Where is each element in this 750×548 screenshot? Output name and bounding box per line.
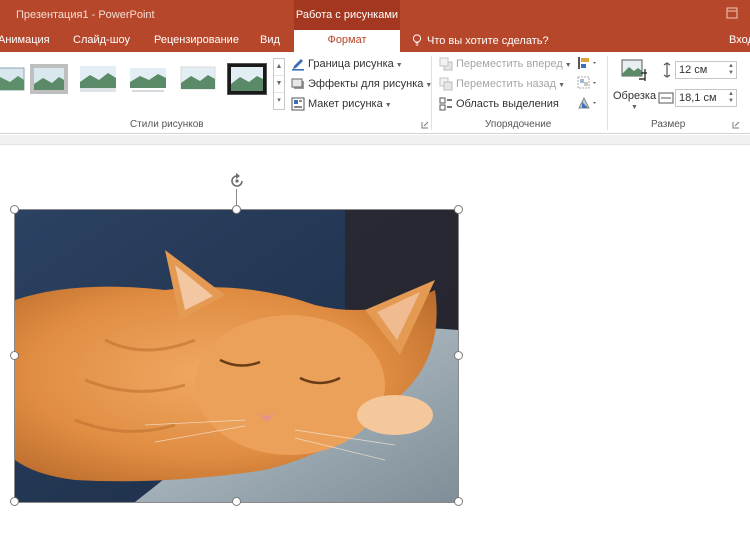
height-value: 12 см — [679, 64, 708, 76]
height-spinner[interactable]: ▲ ▼ — [727, 63, 735, 77]
group-separator — [607, 56, 608, 130]
picture-layout-label: Макет рисунка — [308, 98, 383, 110]
effects-icon — [291, 78, 304, 89]
send-backward-label: Переместить назад — [456, 78, 557, 90]
title-bar: Презентация1 - PowerPoint Работа с рисун… — [0, 0, 750, 30]
ribbon: ▲ ▼ ▾ Стили рисунков Граница рисунка ▼ Эф… — [0, 52, 750, 134]
group-separator — [431, 56, 432, 130]
tab-animations[interactable]: Анимация — [0, 30, 50, 52]
layout-icon — [291, 97, 305, 111]
gallery-up-icon[interactable]: ▲ — [274, 59, 284, 76]
picture-style-thumb[interactable] — [79, 64, 117, 94]
gallery-scroll[interactable]: ▲ ▼ ▾ — [273, 58, 285, 110]
resize-handle-bottom-left[interactable] — [10, 497, 19, 506]
canvas-edge — [0, 135, 750, 145]
picture-style-thumb[interactable] — [0, 64, 26, 94]
crop-icon — [621, 59, 647, 81]
selection-frame — [14, 209, 459, 503]
resize-handle-bottom[interactable] — [232, 497, 241, 506]
window-title: Презентация1 - PowerPoint — [16, 9, 155, 21]
lightbulb-icon — [412, 34, 422, 46]
resize-handle-left[interactable] — [10, 351, 19, 360]
ribbon-tabs: Анимация Слайд-шоу Рецензирование Вид Фо… — [0, 30, 750, 52]
resize-handle-right[interactable] — [454, 351, 463, 360]
pencil-icon — [292, 59, 304, 71]
chevron-down-icon: ▼ — [558, 82, 566, 89]
picture-style-thumb[interactable] — [179, 64, 217, 94]
sign-in-link[interactable]: Вход — [729, 30, 750, 52]
resize-handle-top-left[interactable] — [10, 205, 19, 214]
tell-me-placeholder: Что вы хотите сделать? — [427, 35, 549, 47]
picture-tools-header: Работа с рисунками — [294, 0, 400, 30]
picture-style-thumb[interactable] — [30, 64, 68, 94]
bring-forward-icon — [439, 57, 453, 71]
width-field[interactable]: 18,1 см ▲ ▼ — [675, 89, 737, 107]
tab-format[interactable]: Формат — [294, 30, 400, 52]
dialog-launcher-icon[interactable] — [421, 121, 429, 129]
gallery-down-icon[interactable]: ▼ — [274, 76, 284, 93]
group-label-size: Размер — [651, 119, 686, 130]
dialog-launcher-icon[interactable] — [732, 121, 740, 129]
tab-slideshow[interactable]: Слайд-шоу — [73, 30, 130, 52]
tab-review[interactable]: Рецензирование — [154, 30, 239, 52]
bring-forward-label: Переместить вперед — [456, 58, 563, 70]
gallery-more-icon[interactable]: ▾ — [274, 93, 284, 110]
width-spinner[interactable]: ▲ ▼ — [727, 91, 735, 105]
rotate-objects-icon[interactable] — [577, 96, 599, 110]
selection-pane-icon — [439, 97, 452, 111]
picture-style-thumb-selected[interactable] — [227, 63, 267, 95]
chevron-down-icon: ▼ — [384, 102, 392, 109]
width-icon — [658, 92, 674, 104]
resize-handle-bottom-right[interactable] — [454, 497, 463, 506]
height-icon — [663, 62, 671, 78]
crop-button[interactable]: Обрезка ▼ — [613, 56, 657, 116]
chevron-down-icon: ▼ — [564, 62, 572, 69]
crop-label: Обрезка — [613, 90, 657, 102]
tab-view[interactable]: Вид — [260, 30, 280, 52]
chevron-down-icon: ▼ — [395, 62, 403, 69]
width-value: 18,1 см — [679, 92, 717, 104]
group-label-picture-styles: Стили рисунков — [130, 119, 204, 130]
ribbon-display-options-icon[interactable] — [726, 7, 738, 19]
align-icon[interactable] — [577, 56, 599, 70]
selection-pane-label: Область выделения — [456, 98, 559, 110]
send-backward-icon — [439, 77, 453, 91]
resize-handle-top[interactable] — [232, 205, 241, 214]
picture-border-label: Граница рисунка — [308, 58, 394, 70]
height-field[interactable]: 12 см ▲ ▼ — [675, 61, 737, 79]
picture-effects-label: Эффекты для рисунка — [308, 78, 424, 90]
rotate-handle-icon[interactable] — [227, 171, 247, 191]
group-objects-icon[interactable] — [577, 76, 599, 90]
picture-style-thumb[interactable] — [129, 64, 167, 94]
resize-handle-top-right[interactable] — [454, 205, 463, 214]
tell-me-box[interactable]: Что вы хотите сделать? — [412, 34, 549, 47]
group-label-arrange: Упорядочение — [485, 119, 552, 130]
chevron-down-icon: ▼ — [631, 104, 638, 111]
